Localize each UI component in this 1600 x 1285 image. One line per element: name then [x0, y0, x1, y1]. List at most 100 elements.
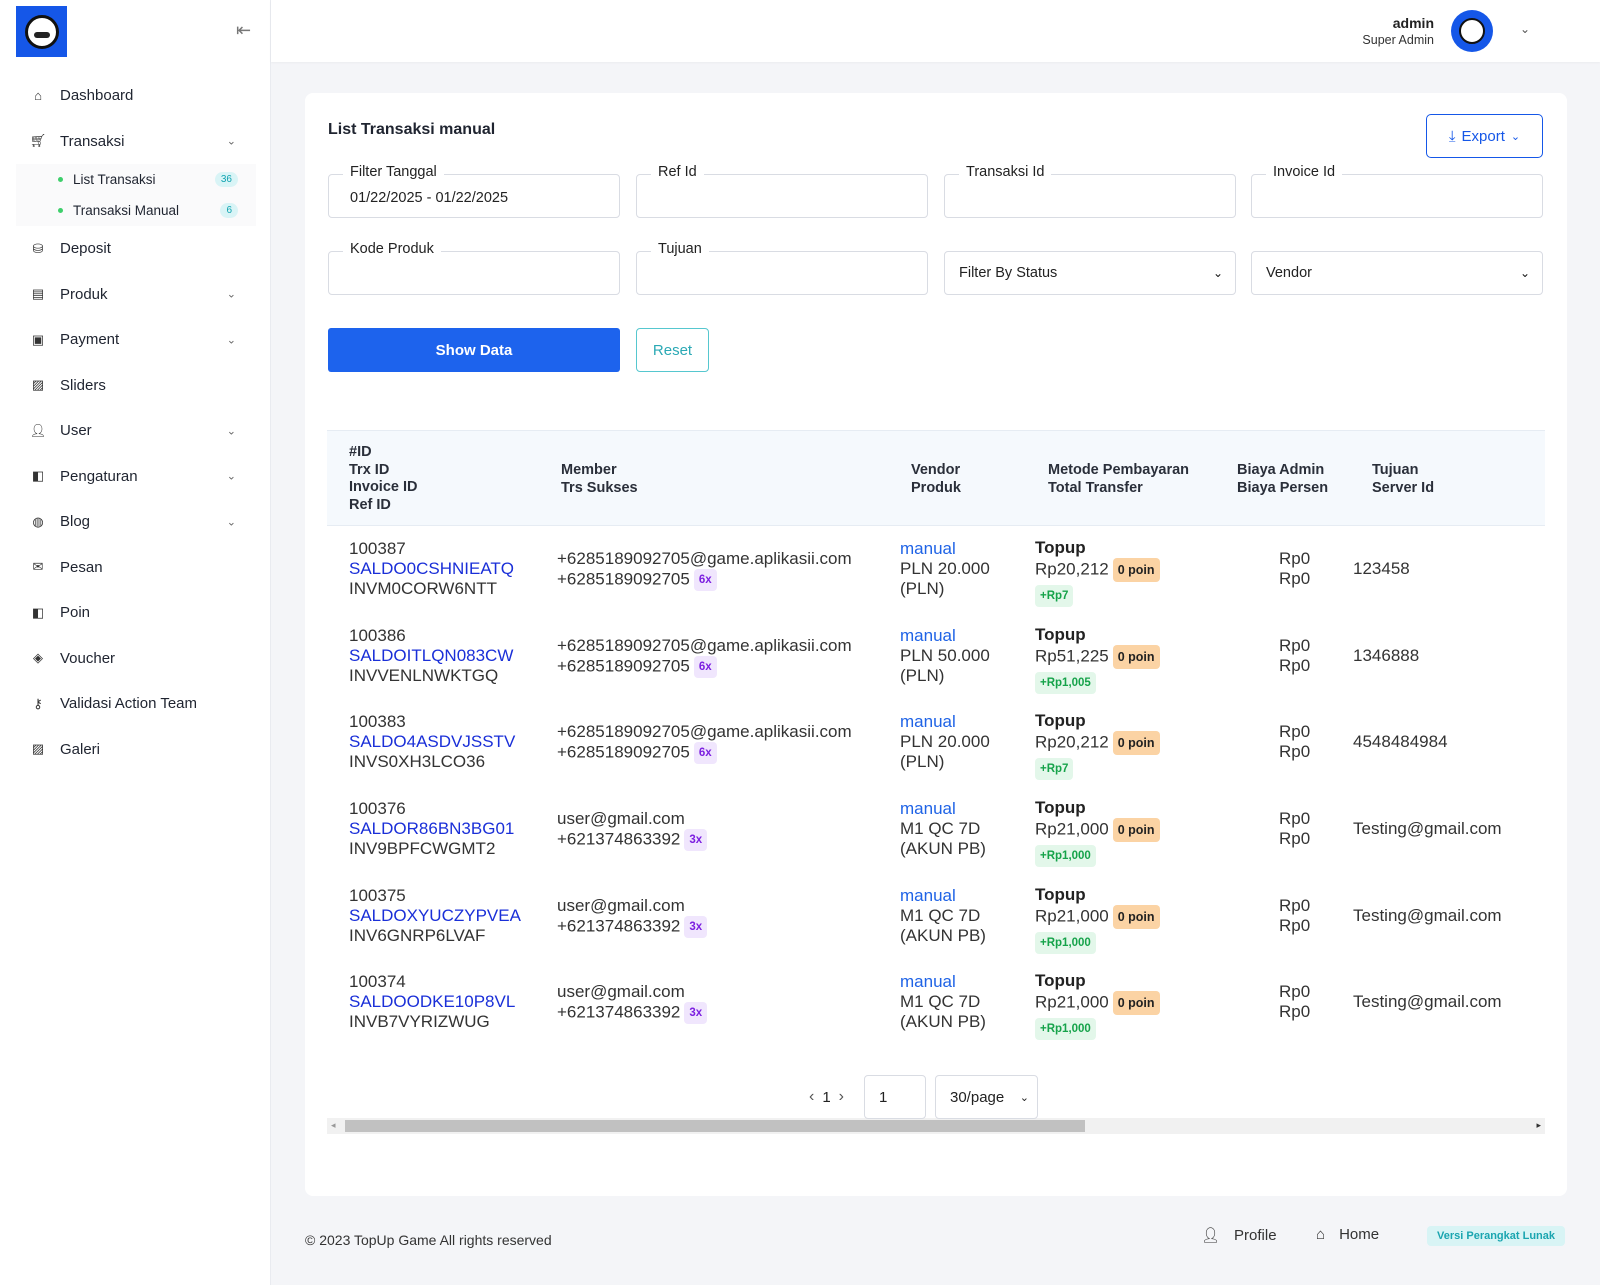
ref-id-field[interactable]: Ref Id — [636, 164, 928, 218]
tujuan-cell: 1346888 — [1353, 646, 1419, 666]
poin-icon: ◧ — [31, 604, 45, 620]
current-page[interactable]: 1 — [818, 1089, 834, 1106]
sukses-count-badge: 3x — [684, 1002, 708, 1025]
scroll-right-icon[interactable]: ▸ — [1536, 1120, 1541, 1131]
reset-button[interactable]: Reset — [636, 328, 709, 372]
row-id: 100376 — [349, 799, 406, 819]
biaya-cell: Rp0 Rp0 — [1279, 982, 1310, 1022]
avatar[interactable] — [1451, 10, 1493, 52]
col-id-header: #ID Trx ID Invoice ID Ref ID — [349, 444, 418, 513]
app-logo[interactable] — [16, 6, 67, 57]
total-transfer: Rp21,000 — [1035, 819, 1109, 839]
page-size-select[interactable]: 30/page ⌄ — [935, 1075, 1038, 1119]
chevron-down-icon: ⌄ — [226, 135, 236, 148]
metode-cell: Topup Rp21,000 0 poin +Rp1,000 — [1035, 885, 1160, 954]
produk-name: PLN 50.000 — [900, 645, 990, 665]
sidebar-subitem-transaksi-manual[interactable]: Transaksi Manual 6 — [16, 195, 256, 226]
poin-badge: 0 poin — [1112, 818, 1160, 843]
field-label: Invoice Id — [1266, 164, 1343, 180]
row-id: 100387 — [349, 539, 406, 558]
vendor-link[interactable]: manual — [900, 539, 990, 559]
scroll-thumb[interactable] — [345, 1120, 1085, 1132]
table-row[interactable]: 100375 SALDOXYUCZYPVEA INV6GNRP6LVAF user@g… — [327, 873, 1545, 960]
deposit-icon: ⛁ — [32, 240, 44, 256]
kode-produk-field[interactable]: Kode Produk — [328, 241, 620, 295]
footer-profile-link[interactable]: 👤︎ Profile — [1201, 1226, 1277, 1245]
vendor-link[interactable]: manual — [900, 712, 990, 732]
sukses-count-badge: 3x — [684, 829, 708, 852]
tujuan-value: 1346888 — [1353, 645, 1420, 665]
export-label: Export — [1461, 127, 1505, 145]
invoice-id: INV6GNRP6LVAF — [349, 925, 486, 945]
id-cell: 100374 SALDOODKE10P8VL INVB7VYRIZWUG — [349, 972, 515, 1032]
trx-id-link[interactable]: SALDOXYUCZYPVEA — [349, 906, 521, 926]
trx-id-link[interactable]: SALDOODKE10P8VL — [349, 992, 515, 1012]
vendor-link[interactable]: manual — [900, 972, 986, 992]
trx-id-link[interactable]: SALDOR86BN3BG01 — [349, 819, 514, 839]
home-icon: ⌂ — [1316, 1226, 1326, 1243]
sidebar-item-label: Sliders — [60, 376, 106, 394]
table-row[interactable]: 100386 SALDOITLQN083CW INVVENLNWKTGQ +62851… — [327, 613, 1545, 700]
sidebar-item-pesan[interactable]: ✉ Pesan — [16, 545, 256, 591]
sidebar-item-dashboard[interactable]: ⌂ Dashboard — [16, 73, 256, 119]
total-transfer: Rp21,000 — [1035, 992, 1109, 1012]
sidebar-item-payment[interactable]: ▣ Payment ⌄ — [16, 317, 256, 363]
sidebar-item-deposit[interactable]: ⛁ Deposit — [16, 226, 256, 272]
bullet-icon — [58, 177, 63, 182]
status-select[interactable]: Filter By Status ⌄ — [944, 251, 1236, 295]
footer-home-link[interactable]: ⌂ Home — [1316, 1226, 1379, 1243]
home-icon: ⌂ — [34, 88, 42, 104]
invoice-id-field[interactable]: Invoice Id — [1251, 164, 1543, 218]
sidebar-item-voucher[interactable]: ◈ Voucher — [16, 636, 256, 682]
tujuan-field[interactable]: Tujuan — [636, 241, 928, 295]
vendor-link[interactable]: manual — [900, 626, 990, 646]
table-row[interactable]: 100374 SALDOODKE10P8VL INVB7VYRIZWUG user@g… — [327, 959, 1545, 1046]
sidebar-item-validasi[interactable]: ⚷ Validasi Action Team — [16, 681, 256, 727]
next-page-icon[interactable]: › — [835, 1088, 848, 1106]
transaksi-id-field[interactable]: Transaksi Id — [944, 164, 1236, 218]
scroll-left-icon[interactable]: ◂ — [331, 1120, 336, 1131]
show-data-button[interactable]: Show Data — [328, 328, 620, 372]
biaya-cell: Rp0 Rp0 — [1279, 809, 1310, 849]
vendor-link[interactable]: manual — [900, 799, 986, 819]
bonus-badge: +Rp7 — [1035, 758, 1074, 781]
sidebar: ⇤ ⌂ Dashboard 🛒︎ Transaksi ⌄ List Transa… — [0, 0, 271, 1285]
biaya-cell: Rp0 Rp0 — [1279, 549, 1310, 589]
trx-id-link[interactable]: SALDO0CSHNIEATQ — [349, 559, 514, 579]
sidebar-item-pengaturan[interactable]: ◧ Pengaturan ⌄ — [16, 454, 256, 500]
trx-id-link[interactable]: SALDO4ASDVJSSTV — [349, 732, 515, 752]
export-button[interactable]: ⤓ Export ⌄ — [1426, 114, 1543, 158]
invoice-id: INVB7VYRIZWUG — [349, 1012, 490, 1032]
sidebar-item-label: Poin — [60, 604, 91, 622]
store-icon: ▤ — [31, 286, 45, 302]
field-label: Ref Id — [651, 164, 704, 180]
filter-tanggal-field[interactable]: Filter Tanggal 01/22/2025 - 01/22/2025 — [328, 164, 620, 218]
sidebar-item-produk[interactable]: ▤ Produk ⌄ — [16, 272, 256, 318]
vendor-link[interactable]: manual — [900, 886, 986, 906]
collapse-left-icon[interactable]: ⇤ — [236, 20, 251, 41]
trx-id-link[interactable]: SALDOITLQN083CW — [349, 646, 513, 666]
table-row[interactable]: 100383 SALDO4ASDVJSSTV INVS0XH3LCO36 +62851… — [327, 699, 1545, 786]
sidebar-item-poin[interactable]: ◧ Poin — [16, 590, 256, 636]
table-row[interactable]: 100376 SALDOR86BN3BG01 INV9BPFCWGMT2 user@g… — [327, 786, 1545, 873]
sidebar-subitem-list-transaksi[interactable]: List Transaksi 36 — [16, 164, 256, 195]
wallet-icon: ▣ — [31, 331, 45, 347]
sidebar-item-user[interactable]: 👤︎ User ⌄ — [16, 408, 256, 454]
vendor-select[interactable]: Vendor ⌄ — [1251, 251, 1543, 295]
member-phone: +6285189092705 — [557, 742, 690, 762]
sidebar-item-sliders[interactable]: ▨ Sliders — [16, 363, 256, 409]
sidebar-item-transaksi[interactable]: 🛒︎ Transaksi ⌄ — [16, 119, 256, 165]
sidebar-item-blog[interactable]: ◍ Blog ⌄ — [16, 499, 256, 545]
chevron-down-icon[interactable]: ⌄ — [1520, 22, 1530, 36]
version-badge[interactable]: Versi Perangkat Lunak — [1427, 1226, 1565, 1246]
member-cell: user@gmail.com +621374863392 3x — [557, 809, 708, 852]
id-cell: 100376 SALDOR86BN3BG01 INV9BPFCWGMT2 — [349, 799, 514, 859]
table-row[interactable]: 100387 SALDO0CSHNIEATQ INVM0CORW6NTT +62851… — [327, 526, 1545, 613]
row-id: 100386 — [349, 625, 406, 645]
footer-copyright: © 2023 TopUp Game All rights reserved — [305, 1232, 552, 1248]
produk-name: PLN 20.000 — [900, 732, 990, 752]
sidebar-item-galeri[interactable]: ▨ Galeri — [16, 727, 256, 773]
page-input[interactable]: 1 — [864, 1075, 926, 1119]
horizontal-scrollbar[interactable]: ◂ ▸ — [327, 1118, 1545, 1134]
prev-page-icon[interactable]: ‹ — [805, 1088, 818, 1106]
